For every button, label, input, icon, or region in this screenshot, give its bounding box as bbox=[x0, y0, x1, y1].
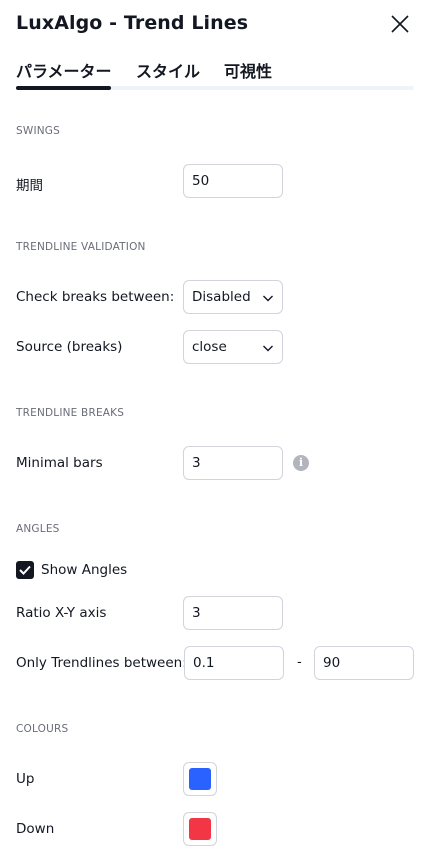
period-label: 期間 bbox=[16, 178, 43, 194]
range-separator: - bbox=[297, 655, 302, 670]
check-breaks-value: Disabled bbox=[192, 289, 251, 305]
up-color-label: Up bbox=[16, 771, 35, 787]
chevron-down-icon bbox=[263, 295, 273, 302]
section-colours-title: COLOURS bbox=[16, 723, 69, 735]
tab-parameters[interactable]: パラメーター bbox=[16, 58, 112, 82]
down-color-fill bbox=[189, 818, 211, 840]
ratio-xy-input[interactable] bbox=[183, 596, 283, 630]
section-trendline-breaks-title: TRENDLINE BREAKS bbox=[16, 407, 125, 419]
show-angles-checkbox[interactable] bbox=[16, 561, 34, 579]
source-breaks-select[interactable]: close bbox=[183, 330, 283, 364]
angle-max-input[interactable] bbox=[314, 646, 414, 680]
check-icon bbox=[19, 565, 31, 575]
up-color-swatch[interactable] bbox=[183, 762, 217, 796]
down-color-label: Down bbox=[16, 821, 55, 837]
period-input[interactable] bbox=[183, 164, 283, 198]
active-tab-indicator bbox=[16, 86, 111, 90]
source-breaks-label: Source (breaks) bbox=[16, 339, 123, 355]
ratio-xy-label: Ratio X-Y axis bbox=[16, 605, 107, 621]
close-icon[interactable] bbox=[389, 13, 411, 35]
dialog-title: LuxAlgo - Trend Lines bbox=[16, 12, 249, 34]
show-angles-label[interactable]: Show Angles bbox=[41, 562, 127, 578]
section-trendline-validation-title: TRENDLINE VALIDATION bbox=[16, 241, 146, 253]
check-breaks-select[interactable]: Disabled bbox=[183, 280, 283, 314]
only-trendlines-label: Only Trendlines between: bbox=[16, 655, 187, 671]
info-icon[interactable]: i bbox=[293, 455, 309, 471]
down-color-swatch[interactable] bbox=[183, 812, 217, 846]
angle-min-input[interactable] bbox=[184, 646, 284, 680]
chevron-down-icon bbox=[263, 345, 273, 352]
minimal-bars-label: Minimal bars bbox=[16, 455, 103, 471]
tab-style[interactable]: スタイル bbox=[136, 58, 200, 82]
tab-bar: パラメーター スタイル 可視性 bbox=[16, 58, 414, 90]
section-swings-title: SWINGS bbox=[16, 125, 60, 137]
source-breaks-value: close bbox=[192, 339, 227, 355]
tab-visibility[interactable]: 可視性 bbox=[224, 58, 272, 82]
minimal-bars-input[interactable] bbox=[183, 446, 283, 480]
section-angles-title: ANGLES bbox=[16, 523, 60, 535]
up-color-fill bbox=[189, 768, 211, 790]
check-breaks-label: Check breaks between: bbox=[16, 289, 175, 305]
